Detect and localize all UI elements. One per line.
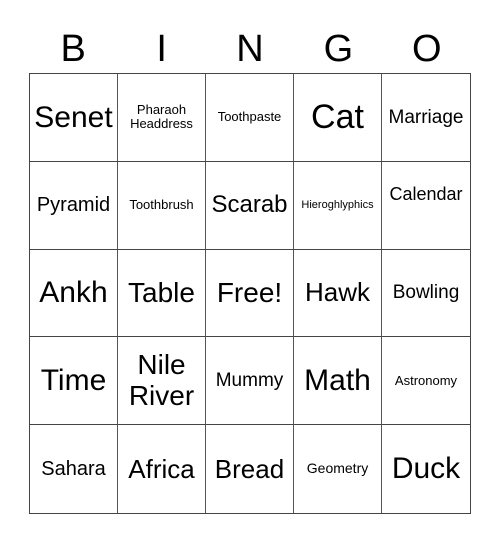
bingo-cell[interactable]: Pharaoh Headdress <box>118 74 206 162</box>
free-space-cell[interactable]: Free! <box>206 249 294 338</box>
bingo-cell[interactable]: Nile River <box>118 337 206 426</box>
bingo-cell[interactable]: Calendar <box>382 162 470 250</box>
bingo-cell[interactable]: Pyramid <box>30 161 118 250</box>
bingo-cell[interactable]: Ankh <box>30 249 118 338</box>
header-letter-b: B <box>60 28 86 70</box>
bingo-cell[interactable]: Toothpaste <box>206 74 294 162</box>
bingo-cell[interactable]: Geometry <box>294 425 382 513</box>
bingo-cell[interactable]: Table <box>118 249 206 338</box>
bingo-cell[interactable]: Scarab <box>206 161 294 250</box>
bingo-cell[interactable]: Hawk <box>294 249 382 338</box>
bingo-cell[interactable]: Cat <box>294 74 382 162</box>
header-letter-i: I <box>156 28 167 70</box>
bingo-cell[interactable]: Mummy <box>206 337 294 426</box>
header-letter-g: G <box>323 28 354 70</box>
bingo-cell[interactable]: Africa <box>118 425 206 513</box>
bingo-cell[interactable]: Marriage <box>382 74 470 162</box>
bingo-grid: Senet Pharaoh Headdress Toothpaste Cat M… <box>29 73 471 514</box>
bingo-cell[interactable]: Math <box>294 337 382 426</box>
bingo-cell[interactable]: Duck <box>382 425 470 513</box>
header-letter-o: O <box>412 28 442 70</box>
bingo-cell[interactable]: Sahara <box>30 425 118 513</box>
bingo-cell[interactable]: Senet <box>30 74 118 162</box>
bingo-cell[interactable]: Hieroghlyphics <box>294 161 382 250</box>
bingo-header: B I N G O <box>29 26 471 72</box>
bingo-cell[interactable]: Bowling <box>382 250 470 338</box>
bingo-cell[interactable]: Astronomy <box>382 337 470 426</box>
bingo-cell[interactable]: Time <box>30 337 118 426</box>
bingo-cell[interactable]: Bread <box>206 425 294 513</box>
bingo-cell[interactable]: Toothbrush <box>118 161 206 250</box>
header-letter-n: N <box>236 28 264 70</box>
